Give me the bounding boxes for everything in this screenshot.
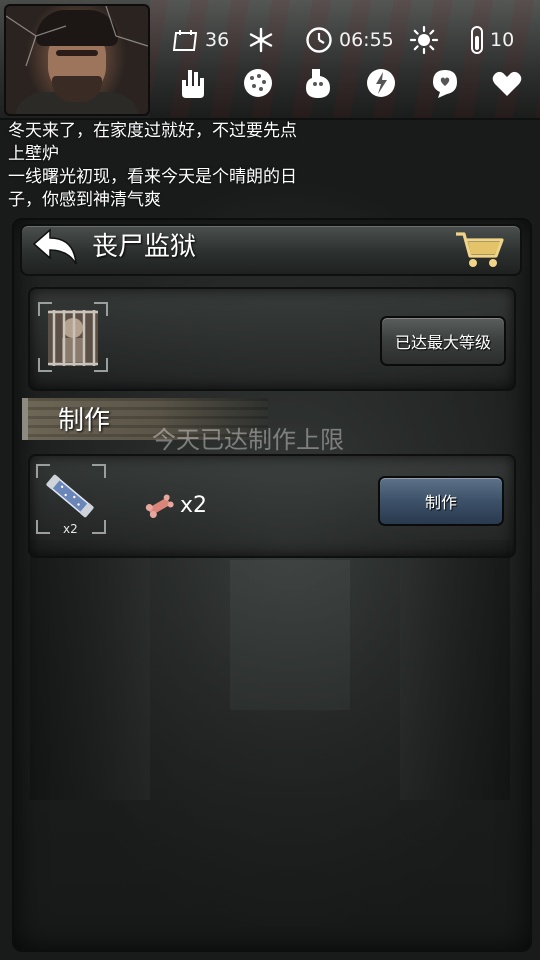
crafting-limit-note: 今天已达制作上限 [152,426,344,454]
heart-icon[interactable] [490,66,524,100]
max-level-button[interactable]: 已达最大等级 [380,316,506,366]
clock-icon [306,27,332,53]
log-line: 冬天来了，在家度过就好，不过要先点 [8,121,297,141]
ghost-icon[interactable] [300,66,334,100]
back-arrow-icon[interactable] [30,228,80,268]
zombie-cage-icon [48,310,98,366]
status-hud: 36 06:55 10 [0,0,540,120]
fist-icon[interactable] [364,66,398,100]
flesh-icon [145,494,174,518]
serum-vial-icon [46,474,94,518]
prison-building-slot[interactable] [38,302,108,372]
log-line: 子，你感到神清气爽 [8,190,161,210]
calendar-icon [173,30,198,51]
survivor-portrait[interactable] [4,4,150,116]
hud-background-texture [150,0,540,118]
time-value: 06:55 [339,29,394,51]
time-display: 06:55 [305,26,394,54]
snowflake-icon[interactable] [248,27,274,53]
sun-icon[interactable] [410,26,438,54]
log-line: 上壁炉 [8,144,59,164]
temperature-display: 10 [470,26,514,54]
temperature-value: 10 [490,29,515,51]
crafting-section-title: 制作 [58,406,111,436]
day-value: 36 [205,29,230,51]
log-line: 一线曙光初现，看来今天是个晴朗的日 [8,167,297,187]
hand-icon[interactable] [176,66,210,100]
page-title: 丧尸监狱 [92,232,197,262]
crafted-item-count: x2 [63,522,78,536]
day-counter: 36 [173,26,229,54]
ingredient-quantity: x2 [180,493,208,518]
shopping-cart-icon[interactable] [452,228,506,270]
craft-button[interactable]: 制作 [378,476,504,526]
brain-icon[interactable] [428,66,462,100]
glass-crack-icon [6,6,148,67]
message-log: 冬天来了，在家度过就好，不过要先点 上壁炉 一线曙光初现，看来今天是个晴朗的日 … [8,120,428,212]
thermometer-icon [471,26,483,54]
stomach-icon[interactable] [241,66,275,100]
